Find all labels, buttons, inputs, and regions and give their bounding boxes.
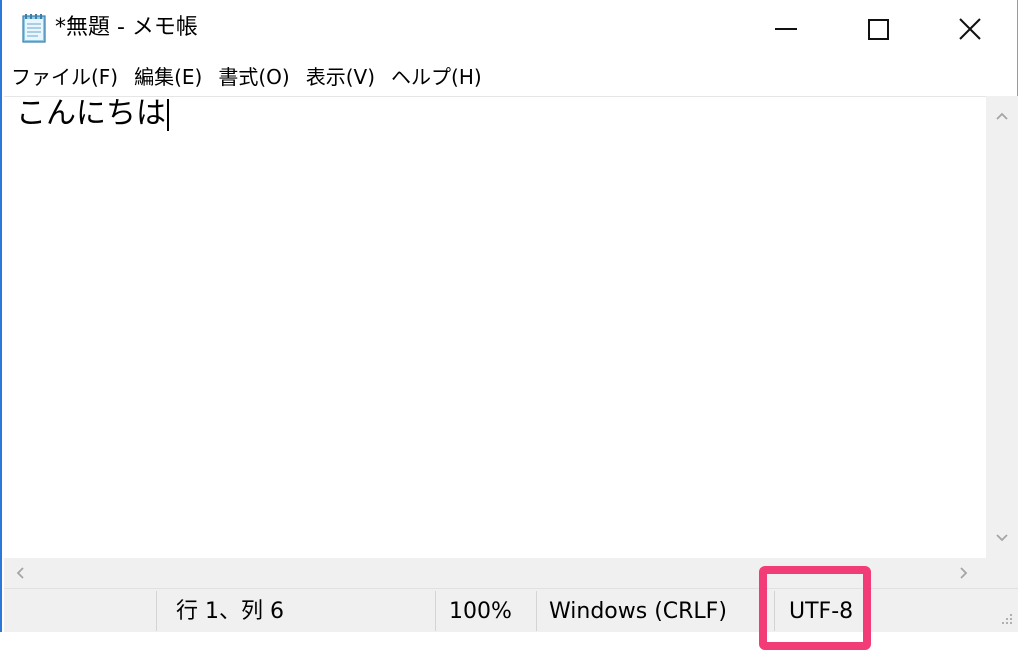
close-button[interactable] [924,0,1016,58]
chevron-up-icon [996,112,1008,120]
zoom-level: 100% [449,599,512,624]
chevron-right-icon [960,567,968,579]
vertical-scrollbar[interactable] [986,96,1018,558]
menu-view[interactable]: 表示(V) [297,58,382,96]
scroll-down-button[interactable] [986,522,1018,554]
resize-grip-icon[interactable] [996,610,1014,628]
text-editor[interactable]: こんにちは [4,96,986,558]
menu-bar: ファイル(F) 編集(E) 書式(O) 表示(V) ヘルプ(H) [2,58,1017,96]
encoding-highlight-box [759,566,871,650]
editor-text: こんにちは [16,96,166,131]
status-separator [435,591,436,631]
scroll-right-button[interactable] [948,558,980,588]
menu-edit[interactable]: 編集(E) [125,58,209,96]
minimize-button[interactable] [740,0,832,58]
close-icon [959,18,981,40]
maximize-button[interactable] [832,0,924,58]
scroll-left-button[interactable] [4,558,36,588]
notepad-window: *無題 - メモ帳 ファイル(F) 編集(E) 書式(O) 表示(V) ヘルプ(… [0,0,1018,632]
menu-file[interactable]: ファイル(F) [2,58,125,96]
chevron-left-icon [16,567,24,579]
status-separator [156,591,157,631]
title-bar[interactable]: *無題 - メモ帳 [2,0,1017,58]
maximize-icon [867,18,889,40]
scroll-up-button[interactable] [986,100,1018,132]
menu-format[interactable]: 書式(O) [209,58,296,96]
chevron-down-icon [996,534,1008,542]
cursor-position: 行 1、列 6 [176,599,284,624]
editor-content: こんにちは [16,97,169,131]
menu-help[interactable]: ヘルプ(H) [382,58,489,96]
notepad-icon [22,14,46,43]
minimize-icon [775,28,797,30]
line-ending: Windows (CRLF) [549,599,727,624]
status-separator [536,591,537,631]
window-title: *無題 - メモ帳 [55,15,198,40]
text-caret [167,99,169,131]
